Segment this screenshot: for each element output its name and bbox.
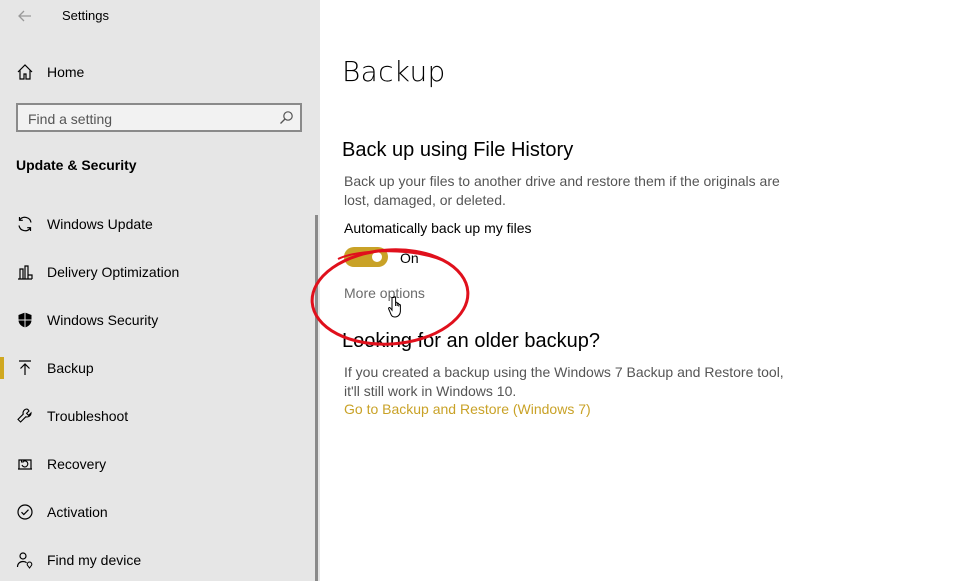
sidebar: Settings Home Update & Security Windows … — [0, 0, 320, 581]
check-circle-icon — [15, 502, 35, 522]
sidebar-item-label: Find my device — [47, 552, 142, 568]
sidebar-item-activation[interactable]: Activation — [0, 490, 316, 534]
sidebar-item-windows-security[interactable]: Windows Security — [0, 298, 316, 342]
search-input[interactable] — [26, 109, 270, 129]
main-content: Backup Back up using File History Back u… — [320, 0, 960, 581]
more-options-link[interactable]: More options — [344, 285, 425, 301]
back-arrow-icon[interactable] — [15, 6, 35, 26]
sidebar-item-label: Recovery — [47, 456, 107, 472]
older-backup-description: If you created a backup using the Window… — [344, 364, 784, 399]
search-icon[interactable] — [279, 110, 294, 125]
sidebar-item-label: Activation — [47, 504, 108, 520]
file-history-heading: Back up using File History — [342, 139, 574, 161]
section-title: Update & Security — [16, 157, 137, 173]
hand-cursor-icon — [388, 296, 401, 318]
sidebar-item-label: Home — [47, 64, 85, 80]
refresh-icon — [15, 214, 35, 234]
auto-backup-label: Automatically back up my files — [344, 220, 532, 236]
shield-icon — [15, 310, 35, 330]
sidebar-item-backup[interactable]: Backup — [0, 346, 316, 390]
search-box[interactable] — [16, 103, 302, 132]
sidebar-item-label: Windows Security — [47, 312, 159, 328]
sidebar-scrollbar[interactable] — [315, 215, 318, 581]
person-location-icon — [15, 550, 35, 570]
title-bar: Settings — [0, 0, 320, 32]
toggle-state-label: On — [400, 250, 419, 266]
app-title: Settings — [62, 8, 109, 23]
sidebar-item-home[interactable]: Home — [0, 50, 316, 94]
sidebar-item-label: Troubleshoot — [47, 408, 129, 424]
page-title: Backup — [342, 55, 446, 88]
backup-restore-link[interactable]: Go to Backup and Restore (Windows 7) — [344, 401, 591, 417]
sidebar-item-recovery[interactable]: Recovery — [0, 442, 316, 486]
older-backup-heading: Looking for an older backup? — [342, 330, 600, 352]
toggle-knob — [372, 252, 382, 262]
recovery-icon — [15, 454, 35, 474]
sidebar-item-label: Windows Update — [47, 216, 153, 232]
upload-arrow-icon — [15, 358, 35, 378]
sidebar-item-windows-update[interactable]: Windows Update — [0, 202, 316, 246]
sidebar-item-delivery-optimization[interactable]: Delivery Optimization — [0, 250, 316, 294]
wrench-icon — [15, 406, 35, 426]
file-history-description: Back up your files to another drive and … — [344, 173, 780, 208]
sidebar-item-label: Delivery Optimization — [47, 264, 180, 280]
delivery-icon — [15, 262, 35, 282]
sidebar-item-find-my-device[interactable]: Find my device — [0, 538, 316, 582]
sidebar-item-label: Backup — [47, 360, 94, 376]
auto-backup-toggle[interactable] — [344, 247, 388, 267]
sidebar-item-troubleshoot[interactable]: Troubleshoot — [0, 394, 316, 438]
home-icon — [15, 62, 35, 82]
